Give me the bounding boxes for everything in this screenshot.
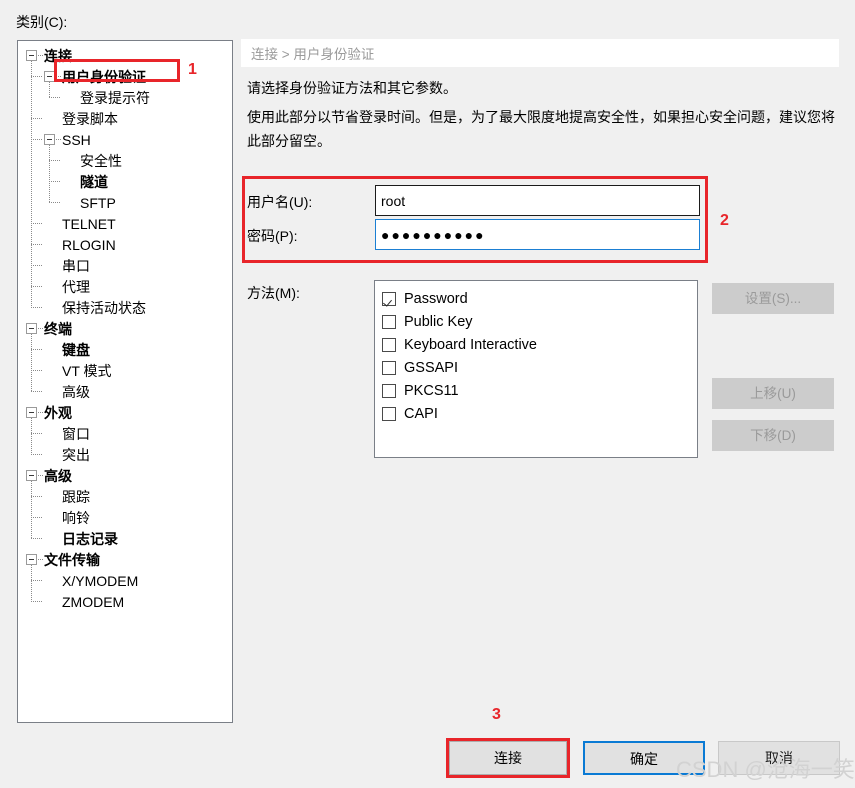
move-down-button[interactable]: 下移(D) (712, 420, 834, 451)
username-input[interactable] (375, 185, 700, 216)
tree-item-label: 安全性 (80, 152, 122, 169)
tree-item-label: 外观 (44, 404, 72, 421)
annotation-number-1: 1 (188, 61, 197, 78)
checkbox-unchecked-icon[interactable] (382, 383, 396, 398)
methods-label: 方法(M): (247, 285, 300, 301)
tree-item-label: 串口 (62, 257, 90, 274)
ok-button[interactable]: 确定 (583, 741, 705, 775)
method-label: CAPI (404, 405, 438, 422)
tree-item-17[interactable]: 外观 (18, 402, 232, 423)
settings-button[interactable]: 设置(S)... (712, 283, 834, 314)
method-label: Password (404, 290, 468, 307)
tree-item-26[interactable]: ZMODEM (18, 591, 232, 612)
tree-item-12[interactable]: 保持活动状态 (18, 297, 232, 318)
annotation-number-3: 3 (492, 706, 501, 723)
cancel-button[interactable]: 取消 (718, 741, 840, 775)
tree-item-label: 文件传输 (44, 551, 100, 568)
tree-item-22[interactable]: 响铃 (18, 507, 232, 528)
tree-item-label: 高级 (44, 467, 72, 484)
method-item-4[interactable]: PKCS11 (375, 379, 697, 402)
tree-item-label: 高级 (62, 383, 90, 400)
username-label: 用户名(U): (247, 194, 313, 210)
password-input[interactable] (375, 219, 700, 250)
method-label: Public Key (404, 313, 473, 330)
method-label: GSSAPI (404, 359, 458, 376)
method-item-0[interactable]: Password (375, 287, 697, 310)
move-up-button[interactable]: 上移(U) (712, 378, 834, 409)
tree-item-label: 登录提示符 (80, 89, 150, 106)
checkbox-unchecked-icon[interactable] (382, 337, 396, 352)
tree-item-label: RLOGIN (62, 236, 116, 253)
tree-item-0[interactable]: 连接 (18, 45, 232, 66)
description-line-2: 使用此部分以节省登录时间。但是，为了最大限度地提高安全性，如果担心安全问题，建议… (247, 109, 835, 149)
tree-item-label: 日志记录 (62, 530, 118, 547)
tree-item-2[interactable]: 登录提示符 (18, 87, 232, 108)
tree-item-label: 登录脚本 (62, 110, 118, 127)
method-item-5[interactable]: CAPI (375, 402, 697, 425)
checkbox-checked-icon[interactable] (382, 291, 396, 306)
tree-item-label: SFTP (80, 194, 116, 211)
tree-item-label: 连接 (44, 47, 72, 64)
tree-item-19[interactable]: 突出 (18, 444, 232, 465)
tree-item-10[interactable]: 串口 (18, 255, 232, 276)
tree-item-9[interactable]: RLOGIN (18, 234, 232, 255)
category-tree[interactable]: 连接用户身份验证登录提示符登录脚本 SSH 安全性隧道 SFTP TELNET RLOGI… (17, 40, 233, 723)
tree-item-label: 隧道 (80, 173, 108, 190)
tree-item-11[interactable]: 代理 (18, 276, 232, 297)
password-label: 密码(P): (247, 228, 298, 244)
tree-item-16[interactable]: 高级 (18, 381, 232, 402)
tree-item-1[interactable]: 用户身份验证 (18, 66, 232, 87)
category-label: 类别(C): (16, 14, 68, 30)
tree-item-4[interactable]: SSH (18, 129, 232, 150)
method-item-1[interactable]: Public Key (375, 310, 697, 333)
tree-item-15[interactable]: VT 模式 (18, 360, 232, 381)
tree-item-21[interactable]: 跟踪 (18, 486, 232, 507)
tree-item-label: 终端 (44, 320, 72, 337)
tree-item-3[interactable]: 登录脚本 (18, 108, 232, 129)
breadcrumb-text: 连接 > 用户身份验证 (251, 47, 375, 62)
tree-item-label: ZMODEM (62, 593, 125, 610)
tree-item-24[interactable]: 文件传输 (18, 549, 232, 570)
tree-item-25[interactable]: X/YMODEM (18, 570, 232, 591)
checkbox-unchecked-icon[interactable] (382, 406, 396, 421)
annotation-number-2: 2 (720, 212, 729, 229)
tree-item-label: 保持活动状态 (62, 299, 146, 316)
checkbox-unchecked-icon[interactable] (382, 360, 396, 375)
tree-item-label: 响铃 (62, 509, 90, 526)
tree-item-label: X/YMODEM (62, 572, 139, 589)
tree-item-8[interactable]: TELNET (18, 213, 232, 234)
tree-item-6[interactable]: 隧道 (18, 171, 232, 192)
tree-item-label: 跟踪 (62, 488, 90, 505)
tree-item-13[interactable]: 终端 (18, 318, 232, 339)
breadcrumb: 连接 > 用户身份验证 (241, 39, 839, 67)
method-label: Keyboard Interactive (404, 336, 537, 353)
tree-item-label: 窗口 (62, 425, 90, 442)
tree-item-18[interactable]: 窗口 (18, 423, 232, 444)
tree-item-7[interactable]: SFTP (18, 192, 232, 213)
tree-item-label: 突出 (62, 446, 90, 463)
tree-item-23[interactable]: 日志记录 (18, 528, 232, 549)
connect-button[interactable]: 连接 (449, 741, 567, 775)
tree-item-label: TELNET (62, 215, 116, 232)
credentials-group: 用户名(U): 密码(P): (244, 178, 706, 260)
description-line-1: 请选择身份验证方法和其它参数。 (247, 80, 457, 96)
tree-item-label: 代理 (62, 278, 90, 295)
tree-item-14[interactable]: 键盘 (18, 339, 232, 360)
checkbox-unchecked-icon[interactable] (382, 314, 396, 329)
tree-item-label: 键盘 (62, 341, 90, 358)
tree-item-label: SSH (62, 131, 91, 148)
method-item-2[interactable]: Keyboard Interactive (375, 333, 697, 356)
tree-item-20[interactable]: 高级 (18, 465, 232, 486)
method-label: PKCS11 (404, 382, 459, 399)
tree-item-label: 用户身份验证 (62, 68, 146, 85)
tree-item-label: VT 模式 (62, 362, 112, 379)
method-item-3[interactable]: GSSAPI (375, 356, 697, 379)
tree-item-5[interactable]: 安全性 (18, 150, 232, 171)
methods-list[interactable]: Password Public Key Keyboard Interactive GS… (374, 280, 698, 458)
